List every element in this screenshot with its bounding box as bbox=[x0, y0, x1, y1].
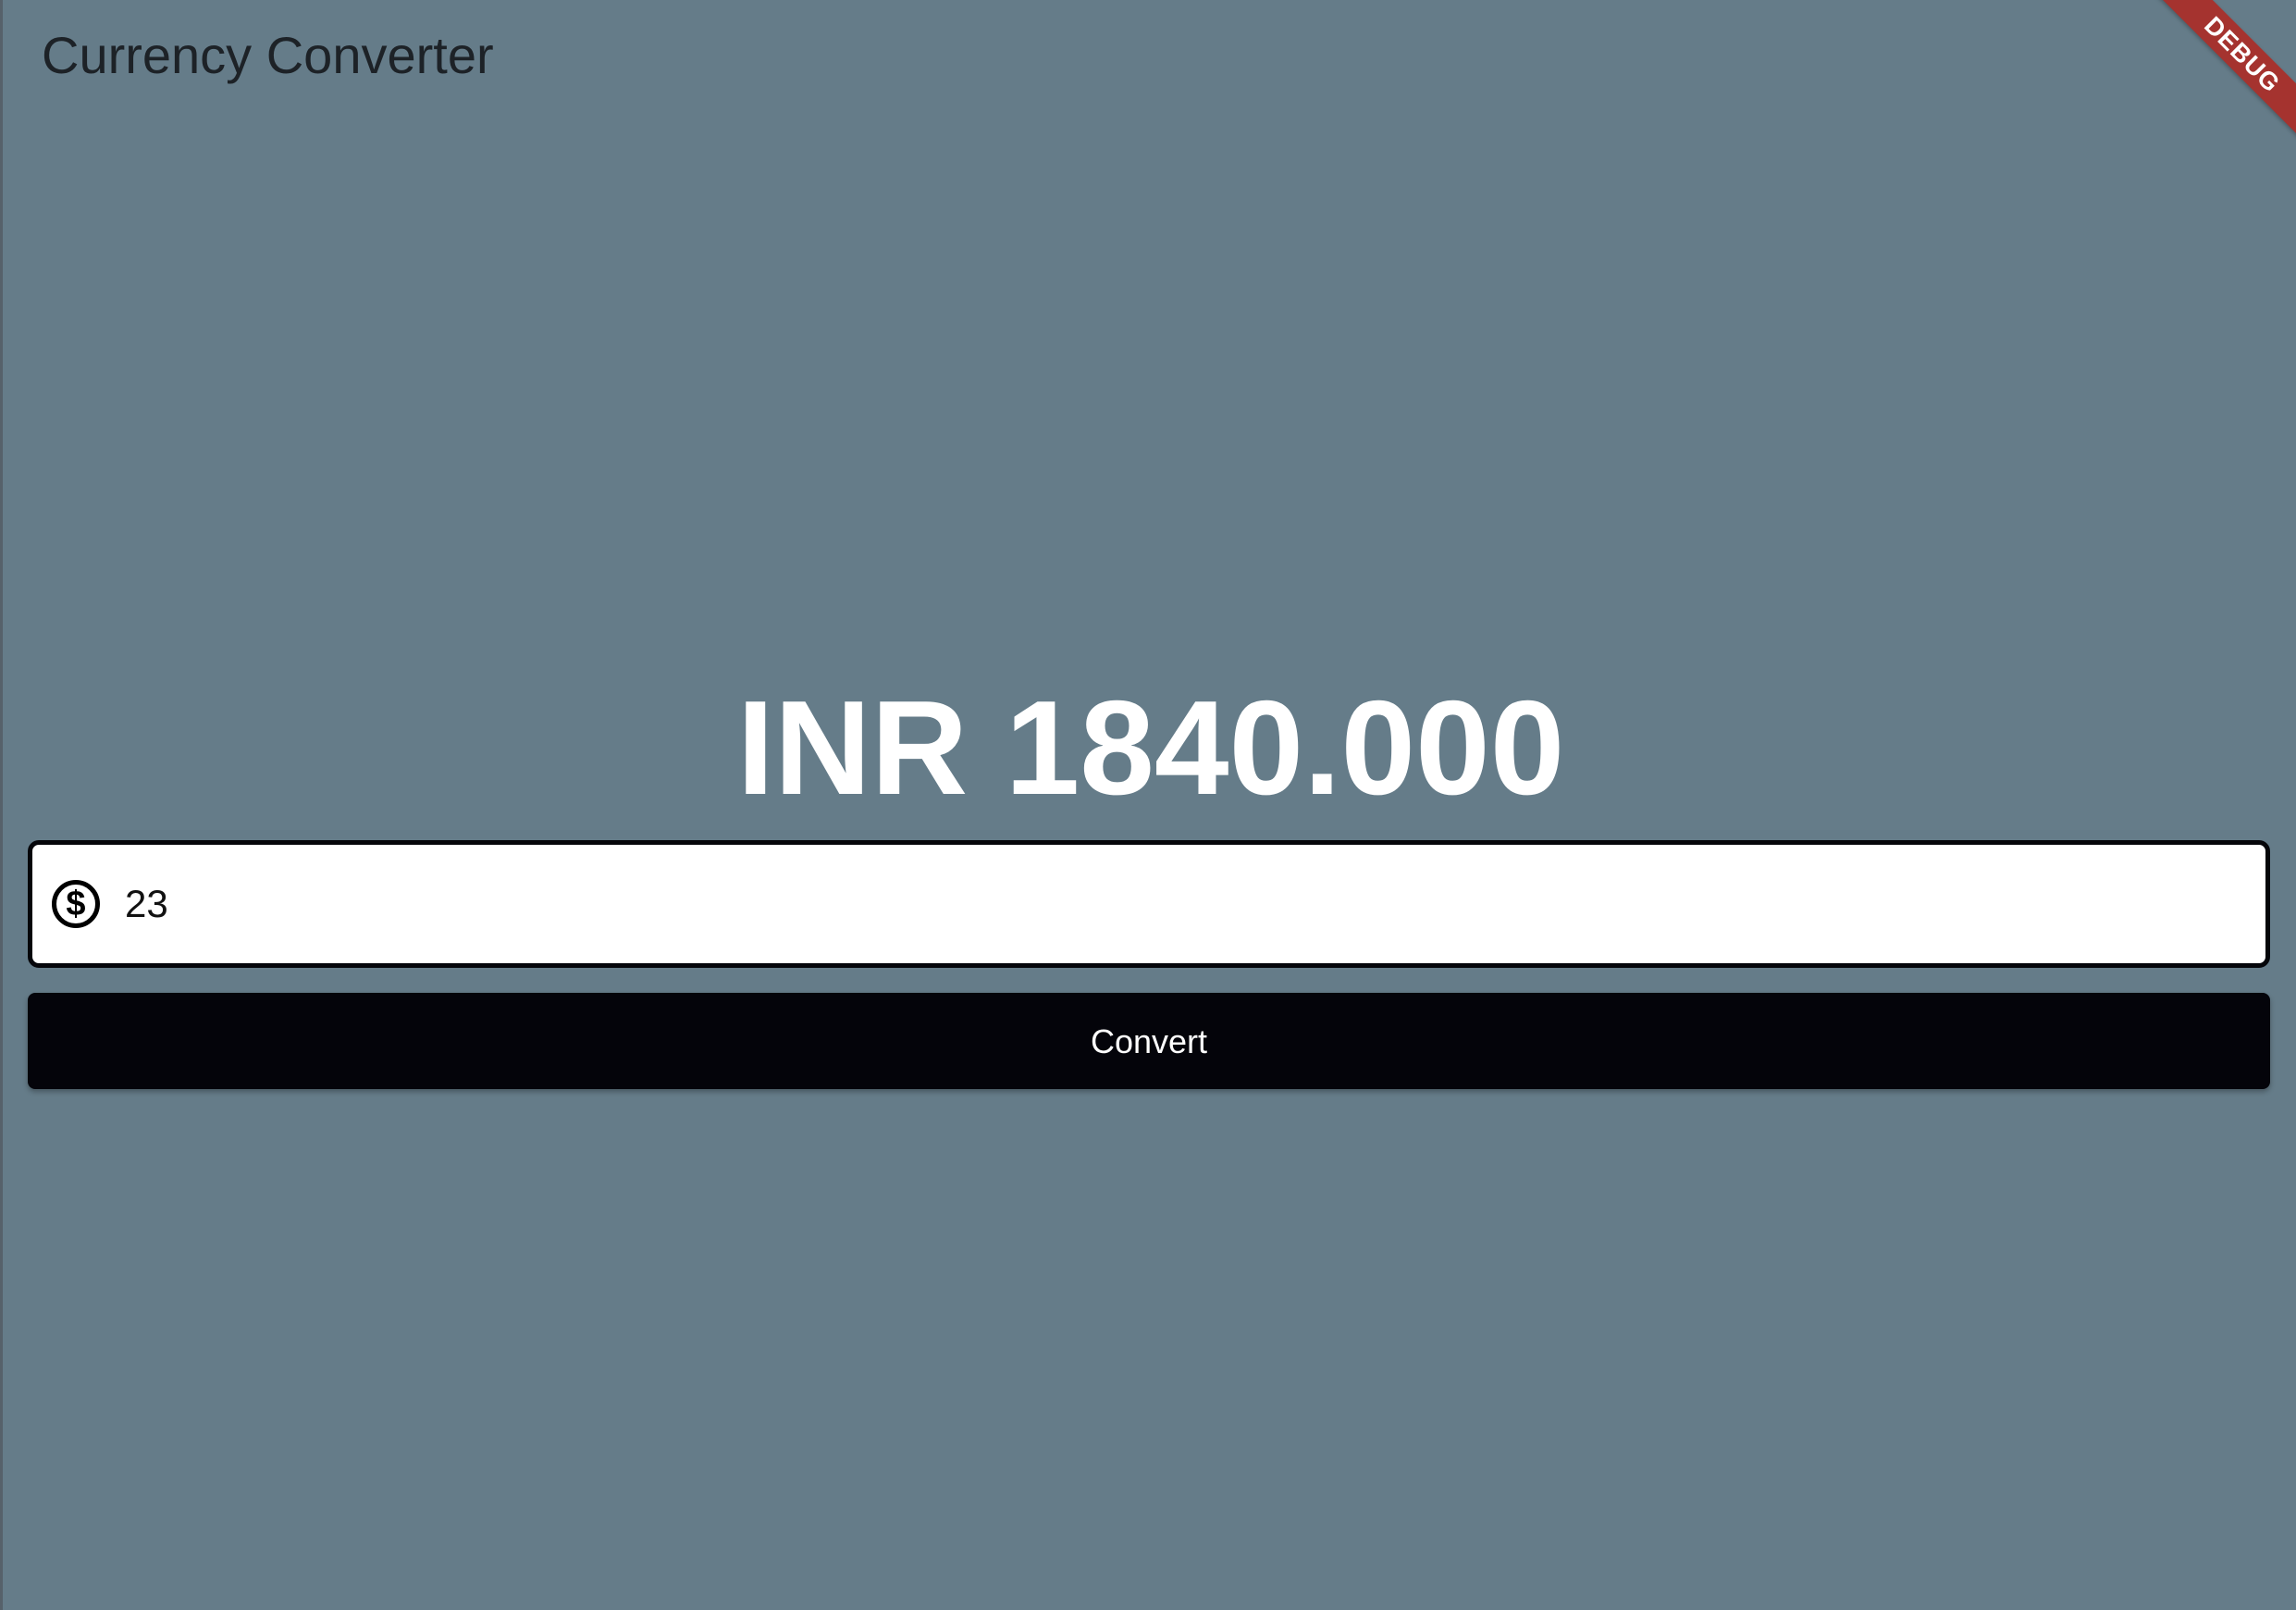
convert-button[interactable]: Convert bbox=[28, 993, 2270, 1089]
amount-field[interactable]: $ bbox=[28, 840, 2270, 968]
app-title: Currency Converter bbox=[42, 26, 494, 84]
conversion-result: INR 1840.000 bbox=[736, 673, 1565, 823]
debug-banner: DEBUG bbox=[2148, 0, 2296, 148]
debug-ribbon-label: DEBUG bbox=[2151, 0, 2296, 146]
app-screen: Currency Converter DEBUG INR 1840.000 $ … bbox=[0, 0, 2296, 1610]
amount-input[interactable] bbox=[125, 867, 2243, 941]
dollar-circle-icon: $ bbox=[52, 880, 100, 928]
